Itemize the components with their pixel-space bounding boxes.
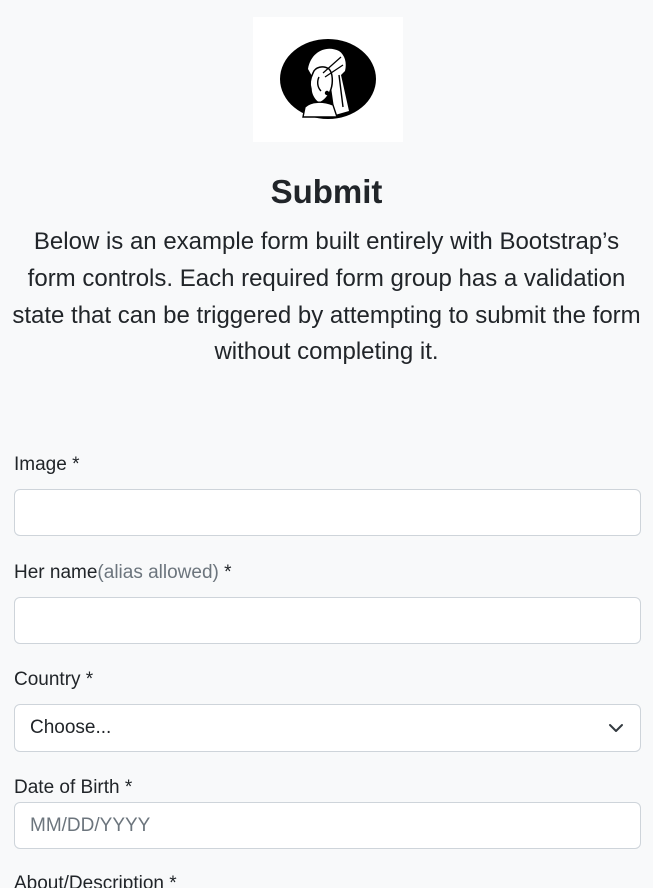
her-name-hint: (alias allowed) [97,562,219,583]
her-name-label: Her name(alias allowed) * [14,561,232,585]
her-name-input[interactable] [14,597,641,644]
page-title: Submit [270,173,383,210]
about-label: About/Description * [14,873,177,888]
required-mark: * [218,562,232,583]
logo [253,17,403,142]
dob-input[interactable] [14,802,641,849]
country-label: Country * [14,669,94,690]
dob-label: Date of Birth * [14,777,133,798]
page-description: Below is an example form built entirely … [12,228,641,366]
image-input[interactable] [14,489,641,536]
her-name-label-text: Her name [14,562,98,583]
chevron-down-icon [609,724,623,732]
country-select[interactable]: Choose... [14,704,641,752]
country-selected-value: Choose... [30,717,112,738]
girl-with-pearl-earring-logo-icon [280,39,376,119]
submit-page: Submit Below is an example form built en… [0,0,653,888]
image-label: Image * [14,454,80,475]
